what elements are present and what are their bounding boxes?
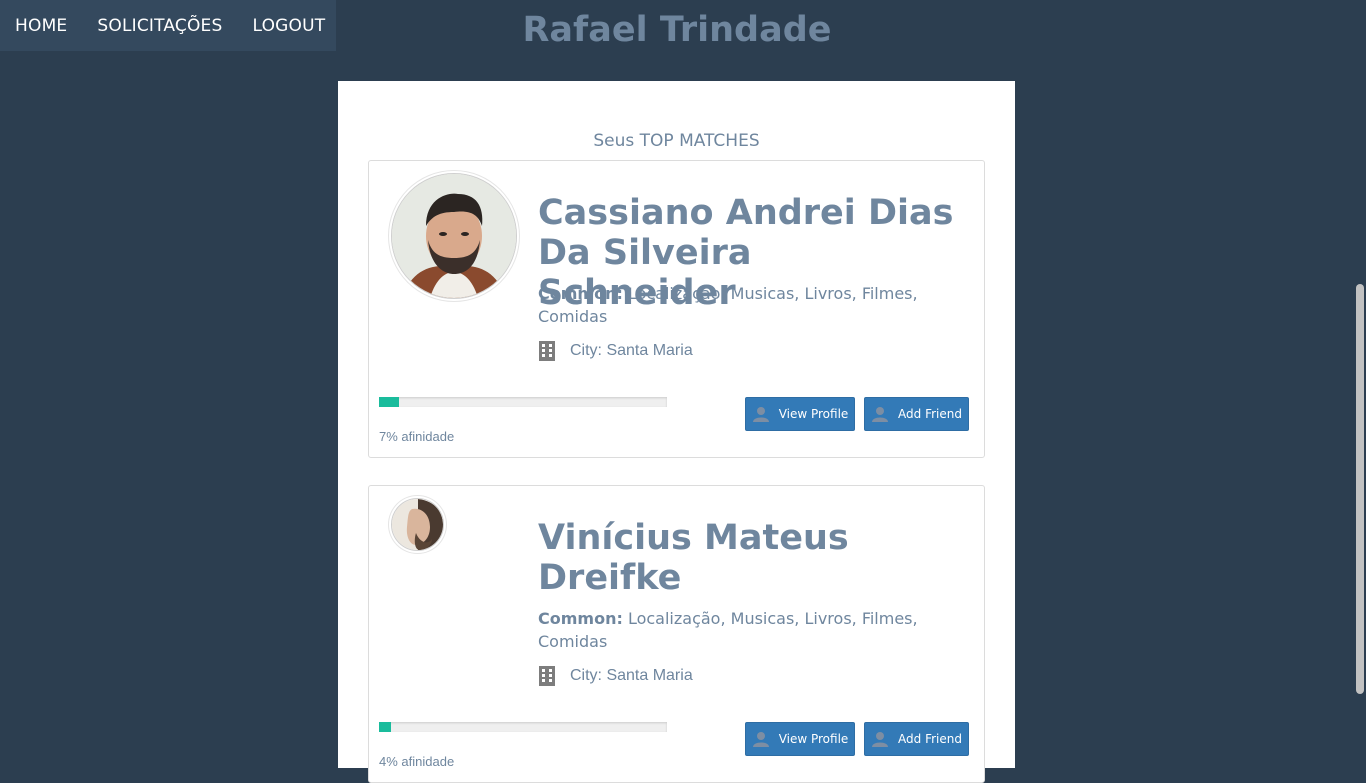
user-icon <box>871 731 889 747</box>
city-text: City: Santa Maria <box>570 342 693 359</box>
avatar <box>391 173 517 299</box>
affinity-progress-bar <box>379 722 667 732</box>
view-profile-button[interactable]: View Profile <box>745 397 855 431</box>
main-content: Seus TOP MATCHES Cassiano Andrei Dias Da… <box>338 81 1015 783</box>
affinity-progress-fill <box>379 722 391 732</box>
affinity-text: 4% afinidade <box>379 754 455 769</box>
view-profile-label: View Profile <box>778 732 849 746</box>
city-info: City: Santa Maria <box>538 341 693 361</box>
add-friend-button[interactable]: Add Friend <box>864 397 969 431</box>
building-icon <box>538 666 556 686</box>
add-friend-label: Add Friend <box>898 407 962 421</box>
city-text: City: Santa Maria <box>570 667 693 684</box>
common-label: Common: <box>538 609 623 628</box>
affinity-progress-fill <box>379 397 400 407</box>
add-friend-label: Add Friend <box>898 732 962 746</box>
user-icon <box>752 731 770 747</box>
user-icon <box>871 406 889 422</box>
common-label: Common: <box>538 284 623 303</box>
match-card: Cassiano Andrei Dias Da Silveira Schneid… <box>368 160 985 458</box>
section-title: Seus TOP MATCHES <box>593 131 760 151</box>
affinity-text: 7% afinidade <box>379 429 455 444</box>
view-profile-label: View Profile <box>778 407 849 421</box>
common-interests: Common: Localização, Musicas, Livros, Fi… <box>538 282 958 328</box>
match-name: Vinícius Mateus Dreifke <box>538 518 849 598</box>
add-friend-button[interactable]: Add Friend <box>864 722 969 756</box>
page-title: Rafael Trindade <box>522 10 832 50</box>
city-info: City: Santa Maria <box>538 666 693 686</box>
scrollbar-thumb[interactable] <box>1356 284 1364 694</box>
user-icon <box>752 406 770 422</box>
match-card: Vinícius Mateus Dreifke Common: Localiza… <box>368 485 985 783</box>
avatar <box>391 498 444 551</box>
building-icon <box>538 341 556 361</box>
view-profile-button[interactable]: View Profile <box>745 722 855 756</box>
affinity-progress-bar <box>379 397 667 407</box>
scrollbar[interactable] <box>1354 0 1366 768</box>
common-interests: Common: Localização, Musicas, Livros, Fi… <box>538 607 958 653</box>
